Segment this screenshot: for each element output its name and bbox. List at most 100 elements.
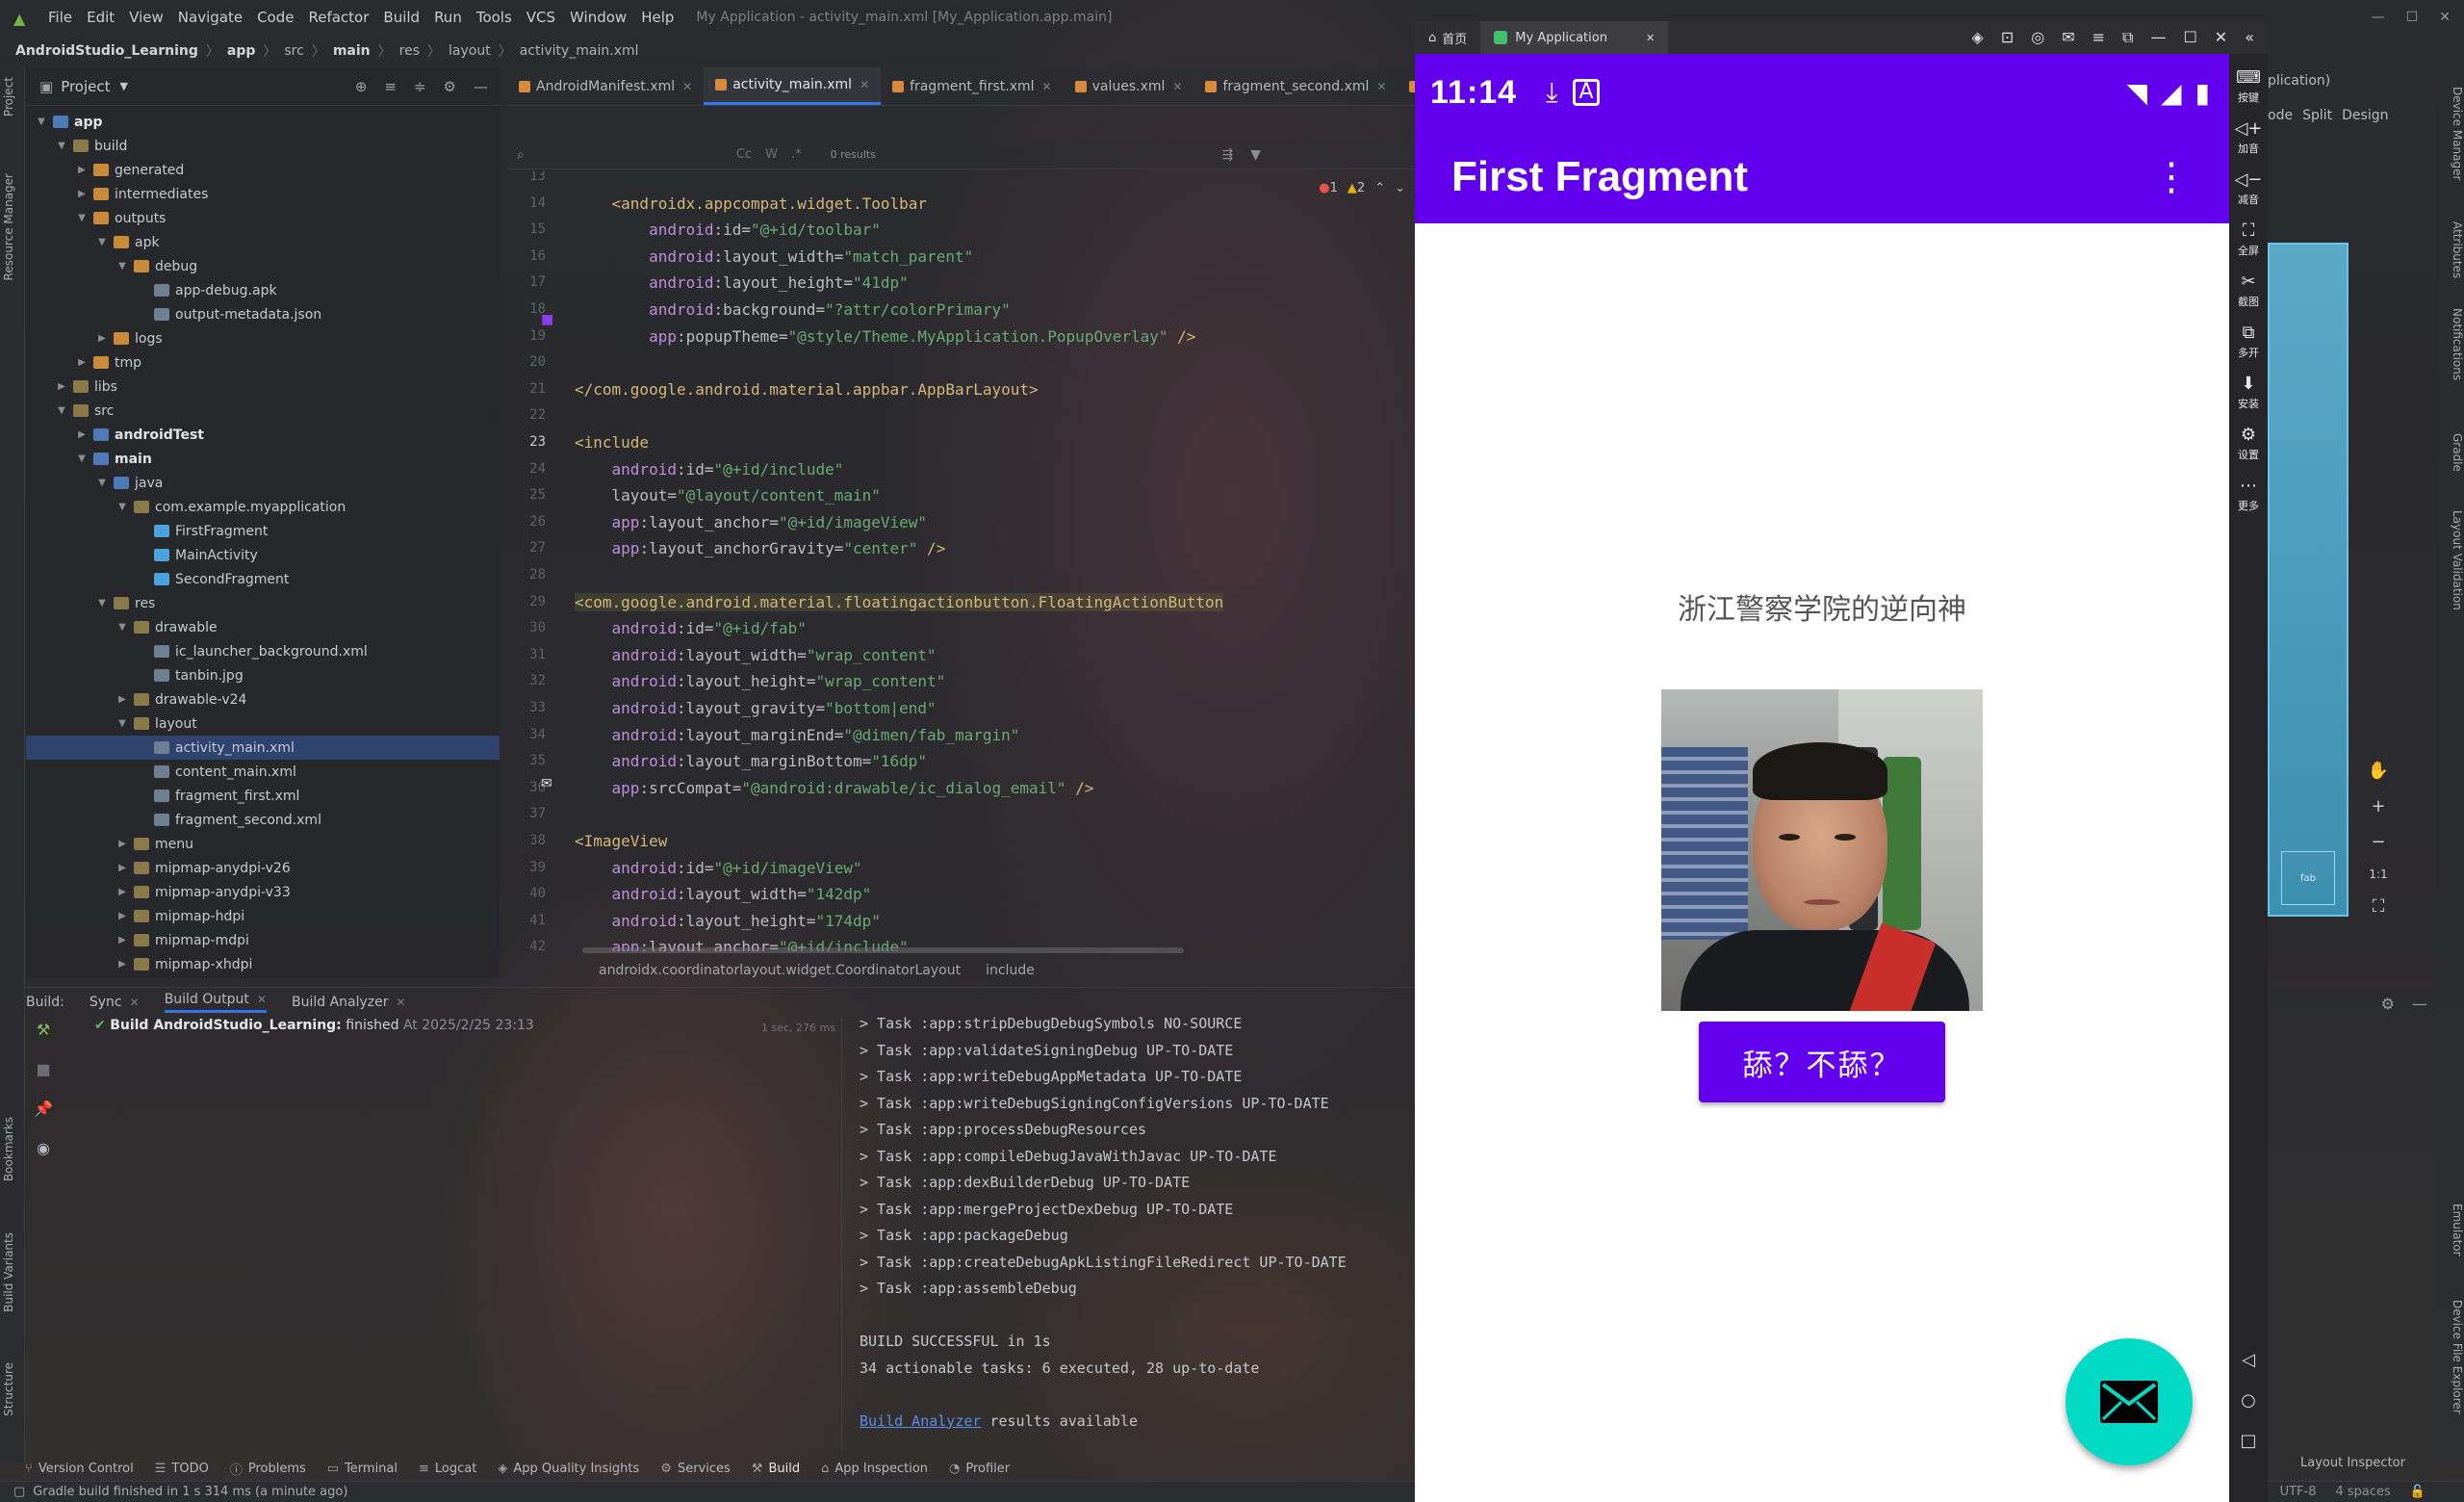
tree-file[interactable]: SecondFragment <box>26 567 500 591</box>
code-editor[interactable]: 13 14 15 16 17 18 19 20 21 22 23 24 25 26 27 28 29 30 31 32… <box>507 171 1415 951</box>
tree-folder[interactable]: ▶ intermediates <box>26 182 500 206</box>
close-icon[interactable]: ✕ <box>1376 80 1386 93</box>
tree-folder[interactable]: ▼ main <box>26 447 500 471</box>
chevron-down-icon[interactable]: ▼ <box>116 622 128 633</box>
editor-tab[interactable]: AndroidManifest.xml ✕ <box>507 67 704 105</box>
emulator-side-button[interactable]: ⬇ 安装 <box>2229 374 2268 411</box>
hammer-icon[interactable]: ⚒ <box>29 1021 58 1039</box>
maximize-icon[interactable]: ☐ <box>2406 10 2419 25</box>
close-icon[interactable]: ✕ <box>2215 28 2227 47</box>
tool-tab-profiler[interactable]: ◔ Profiler <box>949 1462 1010 1476</box>
stripe-tab-build-variants[interactable]: Build Variants <box>2 1232 23 1312</box>
tree-folder[interactable]: ▶ generated <box>26 158 500 182</box>
breadcrumb-item[interactable]: layout <box>449 43 491 59</box>
tree-file[interactable]: FirstFragment <box>26 519 500 543</box>
filter-list-icon[interactable]: ⇶ <box>1221 147 1233 163</box>
tree-file[interactable]: app-debug.apk <box>26 278 500 302</box>
encoding-indicator[interactable]: UTF-8 <box>2280 1485 2317 1499</box>
menu-icon[interactable]: ≡ <box>2092 28 2105 47</box>
expand-all-icon[interactable]: ≡ <box>384 78 397 95</box>
chevron-right-icon[interactable]: ▶ <box>116 911 128 921</box>
stripe-tab-gradle[interactable]: Gradle <box>2443 433 2464 472</box>
chevron-right-icon[interactable]: ▶ <box>76 357 88 368</box>
emulator-side-button[interactable]: ⌨ 按键 <box>2229 67 2268 105</box>
chevron-down-icon[interactable]: ▼ <box>76 213 88 223</box>
build-status-row[interactable]: ✔ Build AndroidStudio_Learning: finished… <box>94 1018 534 1033</box>
chevron-down-icon[interactable]: ▼ <box>76 453 88 464</box>
locate-icon[interactable]: ⊕ <box>355 78 368 95</box>
tool-tab-logcat[interactable]: ≡ Logcat <box>419 1462 476 1476</box>
regex-toggle[interactable]: .* <box>791 147 802 162</box>
breadcrumb-item[interactable]: activity_main.xml <box>520 43 639 59</box>
chevron-down-icon[interactable]: ▼ <box>56 405 67 416</box>
stripe-tab-device-file-explorer[interactable]: Device File Explorer <box>2443 1300 2464 1414</box>
close-icon[interactable]: ✕ <box>682 80 692 93</box>
editor-breadcrumb-leaf[interactable]: include <box>986 963 1035 978</box>
close-icon[interactable]: ✕ <box>2439 10 2451 25</box>
chevron-down-icon[interactable]: ▼ <box>36 117 47 127</box>
emulator-side-button[interactable]: ◁− 减音 <box>2229 169 2268 207</box>
chevron-down-icon[interactable]: ▼ <box>96 598 108 609</box>
fab-preview[interactable]: fab <box>2281 851 2335 905</box>
stripe-tab-layout-validation[interactable]: Layout Validation <box>2443 510 2464 610</box>
breadcrumb-item[interactable]: src <box>284 43 303 59</box>
chevron-right-icon[interactable]: ▶ <box>116 863 128 873</box>
chevron-down-icon[interactable]: ▼ <box>96 478 108 488</box>
recents-icon[interactable]: □ <box>2229 1431 2268 1471</box>
tab-build-output[interactable]: Build Output ✕ <box>164 992 267 1013</box>
design-mode-button[interactable]: Design <box>2342 108 2388 123</box>
menu-item-navigate[interactable]: Navigate <box>178 9 243 26</box>
zoom-in-icon[interactable]: + <box>2371 796 2385 816</box>
close-icon[interactable]: ✕ <box>1172 80 1182 93</box>
stripe-tab-device-manager[interactable]: Device Manager <box>2443 87 2464 180</box>
emulator-side-button[interactable]: ◁+ 加音 <box>2229 118 2268 156</box>
tree-folder[interactable]: ▶ androidTest <box>26 423 500 447</box>
tree-file[interactable]: fragment_first.xml <box>26 784 500 808</box>
filter-icon[interactable]: ▼ <box>1250 147 1261 163</box>
breadcrumb-item[interactable]: main <box>333 43 371 59</box>
tool-tab-problems[interactable]: ⓘ Problems <box>230 1460 306 1478</box>
editor-tab[interactable]: fragment_second.xml ✕ <box>1194 67 1398 105</box>
menu-item-run[interactable]: Run <box>434 9 462 26</box>
menu-item-tools[interactable]: Tools <box>476 9 512 26</box>
tree-file[interactable]: fragment_second.xml <box>26 808 500 832</box>
tool-tab-app-inspection[interactable]: ⌂ App Inspection <box>821 1462 928 1476</box>
tree-folder[interactable]: ▶ logs <box>26 326 500 350</box>
chevron-down-icon[interactable]: ▼ <box>120 80 128 92</box>
breadcrumb-item[interactable]: res <box>399 43 420 59</box>
tree-file[interactable]: tanbin.jpg <box>26 663 500 687</box>
tool-tab-todo[interactable]: ☰ TODO <box>155 1462 209 1476</box>
pin-icon[interactable]: 📌 <box>29 1100 58 1118</box>
tree-folder[interactable]: ▶ menu <box>26 832 500 856</box>
tree-folder[interactable]: ▼ java <box>26 471 500 495</box>
chevron-right-icon[interactable]: ▶ <box>76 189 88 199</box>
tree-folder[interactable]: ▼ app <box>26 110 500 134</box>
chevron-right-icon[interactable]: ▶ <box>116 694 128 705</box>
hand-icon[interactable]: ✋ <box>2368 761 2389 781</box>
chevron-up-icon[interactable]: ⌃ <box>1374 181 1385 195</box>
close-icon[interactable]: ✕ <box>860 78 869 91</box>
tree-folder[interactable]: ▶ tmp <box>26 350 500 375</box>
email-fab[interactable] <box>2066 1338 2193 1465</box>
layout-preview[interactable]: fab <box>2268 243 2348 917</box>
chevron-right-icon[interactable]: ▶ <box>116 839 128 849</box>
emulator-side-button[interactable]: ✂ 截图 <box>2229 272 2268 309</box>
emulator-side-button[interactable]: ⧉ 多开 <box>2229 323 2268 360</box>
tree-folder[interactable]: ▼ com.example.myapplication <box>26 495 500 519</box>
menu-item-file[interactable]: File <box>48 9 72 26</box>
emulator-tab-home[interactable]: ⌂ 首页 <box>1415 21 1480 54</box>
chevron-right-icon[interactable]: ▶ <box>116 887 128 897</box>
editor-breadcrumb-root[interactable]: androidx.coordinatorlayout.widget.Coordi… <box>599 963 961 978</box>
chevron-right-icon[interactable]: ▶ <box>116 935 128 945</box>
overflow-menu-icon[interactable]: ⋮ <box>2152 158 2191 196</box>
chevron-down-icon[interactable]: ▼ <box>56 141 67 151</box>
menu-item-vcs[interactable]: VCS <box>526 9 555 26</box>
menu-item-window[interactable]: Window <box>570 9 627 26</box>
tree-folder[interactable]: ▶ drawable-v24 <box>26 687 500 712</box>
chevron-right-icon[interactable]: ▶ <box>116 959 128 970</box>
emulator-side-button[interactable]: ⛶ 全屏 <box>2229 220 2268 258</box>
chevron-right-icon[interactable]: ▶ <box>56 381 67 392</box>
stripe-tab-resource-manager[interactable]: Resource Manager <box>2 173 23 280</box>
warning-count[interactable]: ▲2 <box>1348 181 1365 195</box>
chevron-down-icon[interactable]: ▼ <box>116 718 128 729</box>
